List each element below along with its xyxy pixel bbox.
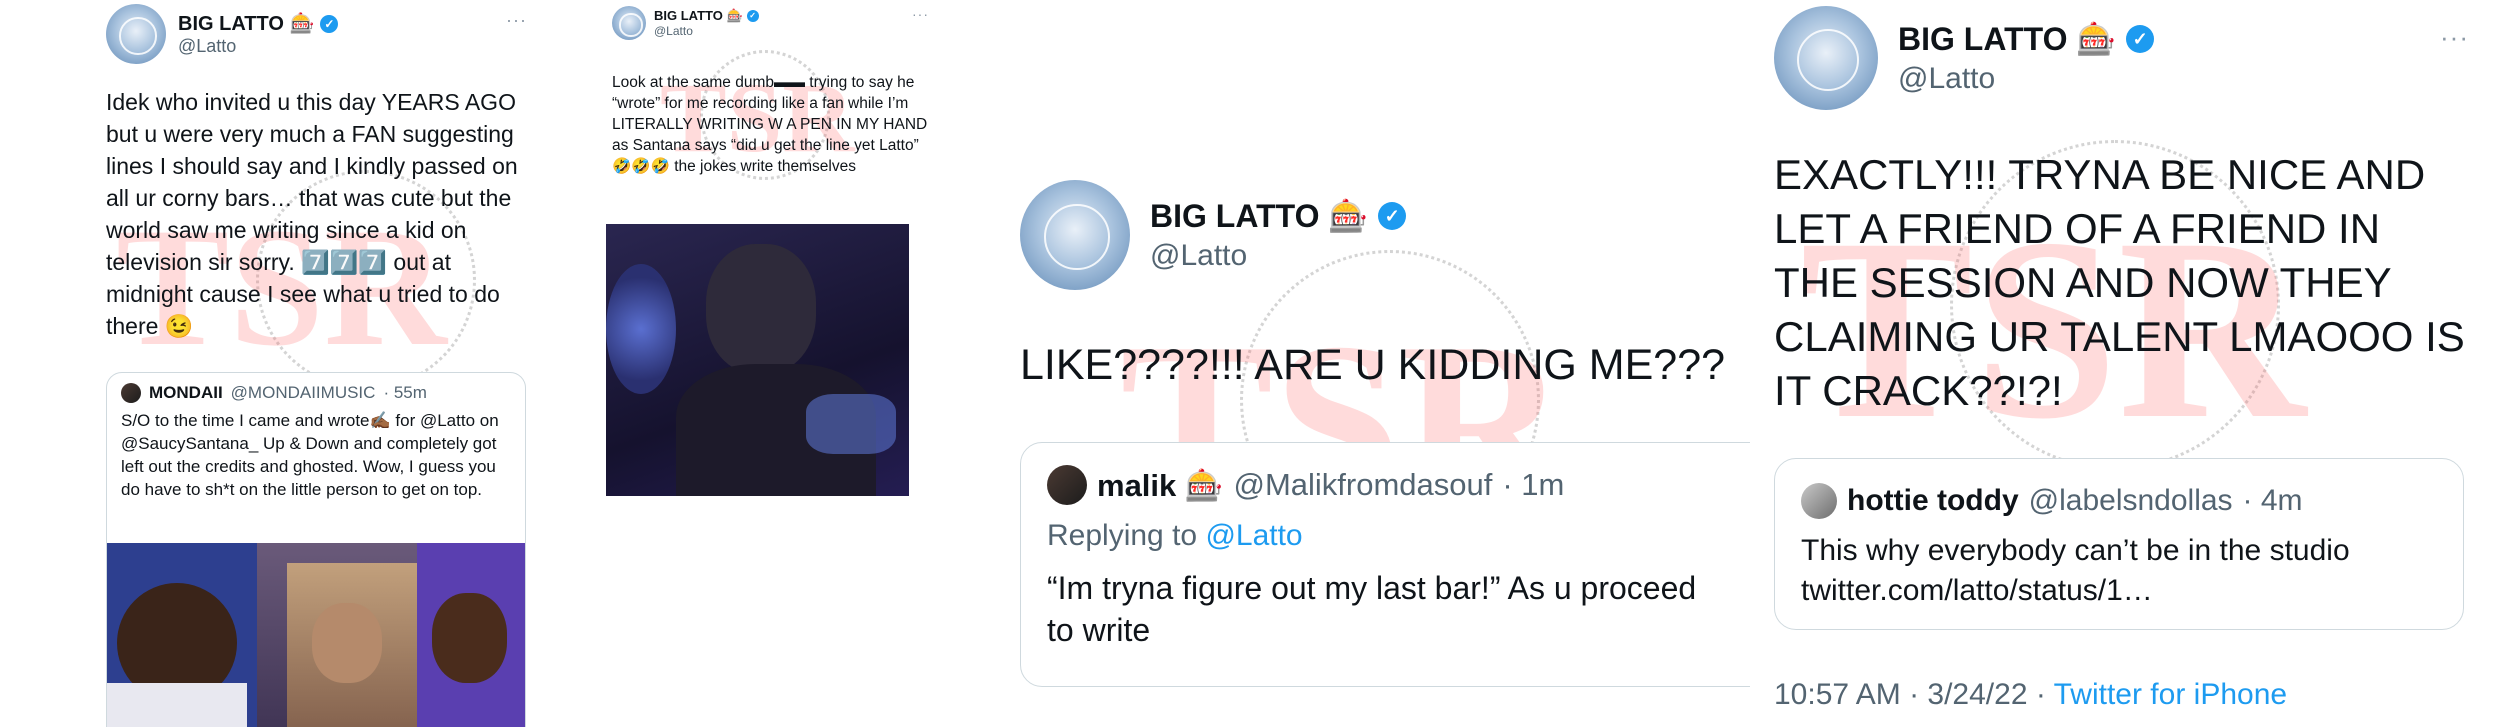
tweet-text: EXACTLY!!! TRYNA BE NICE AND LET A FRIEN…	[1774, 151, 2477, 414]
quoted-author-handle: @labelsndollas	[2028, 484, 2233, 517]
avatar[interactable]	[612, 6, 646, 40]
tweet-panel-2: TSR BIG LATTO 🎰 ✓ @Latto ··· Look at the…	[600, 0, 940, 500]
quoted-time: · 55m	[383, 383, 427, 402]
tweet-panel-3: TSR THE SHADE ROOM BIG LATTO 🎰 ✓ @Latto …	[1010, 0, 1750, 727]
more-options-icon[interactable]: ···	[2440, 22, 2469, 53]
quoted-author-name: malik 🎰	[1097, 467, 1224, 503]
quoted-text: S/O to the time I came and wrote✍🏾 for @…	[121, 411, 504, 499]
tweet-panel-1: TSR BIG LATTO 🎰 ✓ @Latto ··· Idek who in…	[86, 0, 546, 727]
author-name[interactable]: BIG LATTO 🎰	[1898, 20, 2116, 58]
replying-to-link[interactable]: @Latto	[1205, 519, 1302, 552]
avatar[interactable]	[106, 4, 166, 64]
quoted-tweet[interactable]: malik 🎰 @Malikfromdasouf · 1m Replying t…	[1020, 442, 1750, 687]
quoted-text: “Im tryna figure out my last bar!” As u …	[1047, 570, 1706, 648]
quoted-time: · 4m	[2242, 484, 2303, 517]
quoted-tweet[interactable]: MONDAII @MONDAIIMUSIC · 55m S/O to the t…	[106, 372, 526, 727]
author-handle[interactable]: @Latto	[1150, 239, 1406, 273]
author-handle[interactable]: @Latto	[654, 24, 759, 38]
quoted-time: · 1m	[1502, 467, 1565, 502]
replying-to-label: Replying to	[1047, 519, 1206, 552]
tweet-timestamp[interactable]: 10:57 AM · 3/24/22 ·	[1774, 678, 2054, 711]
tweet-text: Idek who invited u this day YEARS AGO bu…	[106, 89, 525, 339]
verified-badge-icon: ✓	[2126, 25, 2155, 53]
quoted-author-name: MONDAII	[149, 383, 223, 402]
verified-badge-icon: ✓	[320, 14, 339, 33]
quoted-tweet[interactable]: hottie toddy @labelsndollas · 4m This wh…	[1774, 458, 2464, 630]
quoted-author-handle: @MONDAIIMUSIC	[230, 383, 376, 402]
avatar[interactable]	[1774, 6, 1878, 110]
author-handle[interactable]: @Latto	[1898, 62, 2154, 96]
quoted-avatar	[121, 383, 141, 403]
quoted-avatar	[1801, 483, 1837, 519]
author-handle[interactable]: @Latto	[178, 36, 338, 57]
avatar[interactable]	[1020, 180, 1130, 290]
tweet-video[interactable]	[606, 224, 909, 496]
more-options-icon[interactable]: ···	[506, 10, 527, 31]
tweet-source-link[interactable]: Twitter for iPhone	[2054, 678, 2287, 711]
author-name[interactable]: BIG LATTO 🎰	[654, 8, 743, 24]
quoted-avatar	[1047, 465, 1087, 505]
quoted-text: This why everybody can’t be in the studi…	[1801, 534, 2358, 607]
verified-badge-icon: ✓	[746, 10, 759, 22]
author-name[interactable]: BIG LATTO 🎰	[178, 11, 314, 36]
quoted-author-name: hottie toddy	[1847, 484, 2019, 517]
tweet-text: LIKE????!!! ARE U KIDDING ME???	[1020, 341, 1726, 389]
quoted-photo[interactable]	[107, 543, 525, 727]
more-options-icon[interactable]: ···	[912, 6, 929, 22]
quoted-author-handle: @Malikfromdasouf	[1233, 467, 1493, 502]
tweet-text: Look at the same dumb▬▬ trying to say he…	[612, 74, 932, 175]
author-name[interactable]: BIG LATTO 🎰	[1150, 197, 1368, 235]
verified-badge-icon: ✓	[1378, 202, 1407, 230]
tweet-panel-4: TSR THE SHADE ROOM BIG LATTO 🎰 ✓ @Latto …	[1760, 0, 2500, 727]
